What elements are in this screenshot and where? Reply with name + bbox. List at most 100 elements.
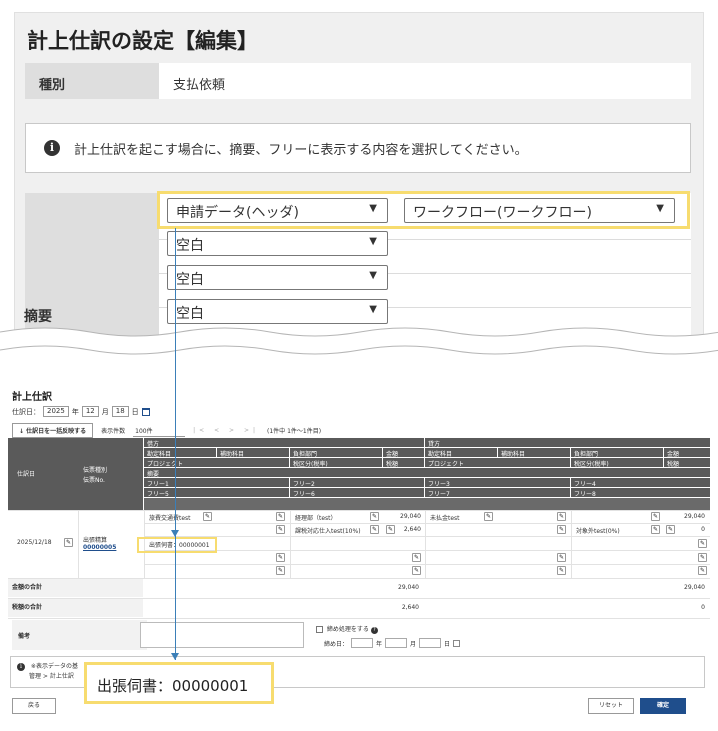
- header-credit-account: 勘定科目: [425, 448, 497, 457]
- chevron-down-icon: ▼: [369, 236, 377, 247]
- header-credit-project: プロジェクト: [425, 458, 570, 467]
- closing-date-row: 締め日： 年 月 日: [324, 638, 461, 648]
- header-credit: 貸方: [425, 438, 710, 447]
- page-info: (1件中 1件〜1件目): [267, 428, 322, 435]
- edit-pencil-icon[interactable]: ✎: [386, 525, 395, 534]
- month-unit: 月: [101, 407, 109, 416]
- header-free5: フリー5: [144, 488, 289, 497]
- date-year-input[interactable]: 2025: [43, 406, 69, 417]
- grid-line: [144, 536, 710, 537]
- edit-pencil-icon[interactable]: ✎: [666, 525, 675, 534]
- header-credit-department: 負担部門: [571, 448, 663, 457]
- summary-select-3[interactable]: 空白 ▼: [167, 231, 388, 256]
- grid-line: [144, 564, 710, 565]
- calendar-icon[interactable]: [453, 639, 461, 647]
- info-text-line1: ※表示データの基: [30, 663, 78, 670]
- type-value: 支払依頼: [159, 63, 691, 99]
- type-label: 種別: [25, 63, 159, 99]
- zoom-callout: 出張伺書：00000001: [84, 662, 274, 704]
- closing-checkbox[interactable]: [316, 626, 323, 633]
- journal-title: 計上仕訳: [12, 392, 52, 403]
- year-unit: 年: [71, 407, 79, 416]
- date-month-input[interactable]: 12: [81, 406, 99, 417]
- closing-month-input[interactable]: [385, 638, 408, 648]
- date-day-input[interactable]: 18: [111, 406, 129, 417]
- page-size-select[interactable]: 100件: [133, 425, 186, 437]
- chevron-down-icon: ▼: [369, 270, 377, 281]
- info-circle-icon: i: [44, 140, 60, 156]
- edit-pencil-icon[interactable]: ✎: [557, 512, 566, 521]
- edit-pencil-icon[interactable]: ✎: [484, 512, 493, 521]
- header-free7: フリー7: [425, 488, 570, 497]
- edit-pencil-icon[interactable]: ✎: [557, 566, 566, 575]
- edit-pencil-icon[interactable]: ✎: [698, 553, 707, 562]
- header-debit-tax: 税額: [383, 458, 424, 467]
- header-debit-sub-account: 補助科目: [217, 448, 289, 457]
- header-free4: フリー4: [571, 478, 710, 487]
- debit-tax: 2,640: [396, 525, 424, 534]
- edit-pencil-icon[interactable]: ✎: [557, 553, 566, 562]
- slip-number-link[interactable]: 00000005: [80, 543, 120, 552]
- info-text: 計上仕訳を起こす場合に、摘要、フリーに表示する内容を選択してください。: [74, 143, 528, 158]
- header-credit-tax: 税額: [664, 458, 710, 467]
- credit-tax-class: 対象外test(0%): [573, 525, 623, 536]
- closing-year-input[interactable]: [351, 638, 374, 648]
- select-value: 空白: [176, 272, 204, 288]
- summary-select-5[interactable]: 空白 ▼: [167, 299, 388, 324]
- bulk-apply-date-button[interactable]: ↓ 仕訳日を一括反映する: [12, 423, 94, 438]
- highlight-frame-selects: [157, 191, 690, 229]
- edit-pencil-icon[interactable]: ✎: [276, 566, 285, 575]
- edit-pencil-icon[interactable]: ✎: [557, 525, 566, 534]
- edit-pencil-icon[interactable]: ✎: [370, 512, 379, 521]
- grid-line: [78, 510, 79, 578]
- year-unit: 年: [376, 640, 383, 648]
- reset-button[interactable]: リセット: [588, 698, 634, 714]
- debit-tax-class: 課税対応仕入test(10%): [292, 525, 364, 536]
- edit-pencil-icon[interactable]: ✎: [698, 566, 707, 575]
- closing-day-input[interactable]: [419, 638, 442, 648]
- grid-line: [144, 550, 710, 551]
- edit-pencil-icon[interactable]: ✎: [370, 525, 379, 534]
- confirm-button[interactable]: 確定: [640, 698, 686, 714]
- select-value: 空白: [176, 306, 204, 322]
- month-unit: 月: [410, 640, 417, 648]
- edit-pencil-icon[interactable]: ✎: [651, 512, 660, 521]
- total-credit-tax: 0: [664, 603, 708, 612]
- help-icon[interactable]: ?: [370, 627, 378, 634]
- edit-pencil-icon[interactable]: ✎: [203, 512, 212, 521]
- day-unit: 日: [444, 640, 451, 648]
- edit-pencil-icon[interactable]: ✎: [698, 539, 707, 548]
- row-journal-date: 2025/12/18: [14, 538, 55, 547]
- select-value: 空白: [176, 238, 204, 254]
- day-unit: 日: [131, 407, 139, 416]
- edit-pencil-icon[interactable]: ✎: [276, 553, 285, 562]
- header-free3: フリー3: [425, 478, 570, 487]
- edit-pencil-icon[interactable]: ✎: [412, 566, 421, 575]
- edit-pencil-icon[interactable]: ✎: [412, 553, 421, 562]
- summary-select-4[interactable]: 空白 ▼: [167, 265, 388, 290]
- date-label: 仕訳日：: [12, 407, 40, 416]
- header-debit-department: 負担部門: [290, 448, 382, 457]
- debit-amount: 29,040: [386, 512, 424, 521]
- closing-checkbox-row[interactable]: 締め処理をする ?: [316, 624, 378, 634]
- edit-pencil-icon[interactable]: ✎: [276, 512, 285, 521]
- debit-account: 旅費交通費test: [146, 512, 194, 523]
- total-tax-label: 税額の合計: [8, 599, 143, 617]
- closing-date-label: 締め日：: [324, 640, 349, 648]
- total-debit-tax: 2,640: [378, 603, 422, 612]
- header-journal-date: 仕訳日: [17, 471, 36, 478]
- header-spacer: [144, 498, 710, 510]
- back-button[interactable]: 戻る: [12, 698, 56, 714]
- calendar-icon[interactable]: [141, 407, 150, 416]
- edit-pencil-icon[interactable]: ✎: [276, 525, 285, 534]
- arrow-down-icon: [171, 653, 179, 660]
- header-credit-tax-class: 税区分(税率): [571, 458, 663, 467]
- credit-account: 未払金test: [427, 512, 463, 523]
- edit-pencil-icon[interactable]: ✎: [651, 525, 660, 534]
- header-debit-tax-class: 税区分(税率): [290, 458, 382, 467]
- journal-date-row: 仕訳日： 2025 年 12 月 18 日: [12, 406, 150, 417]
- edit-pencil-icon[interactable]: ✎: [64, 538, 73, 547]
- pager[interactable]: |< < > >|: [193, 427, 259, 434]
- remarks-textarea[interactable]: [140, 622, 304, 648]
- type-row: 種別 支払依頼: [25, 63, 691, 99]
